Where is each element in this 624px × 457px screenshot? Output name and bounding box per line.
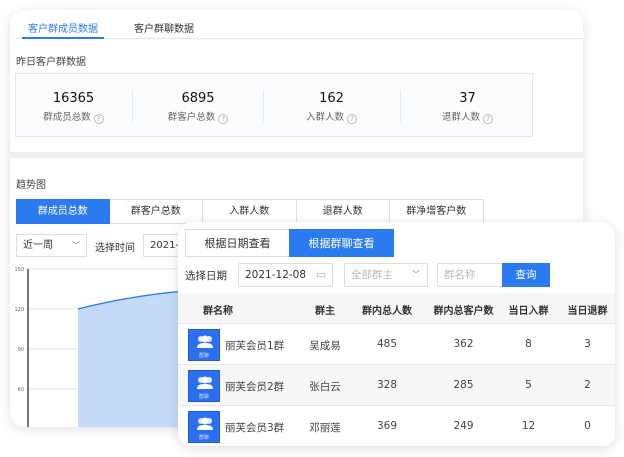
chevron-down-icon: ﹀ xyxy=(412,270,420,279)
metric-tab[interactable]: 群成员总数 xyxy=(16,199,110,224)
trend-title: 趋势图 xyxy=(16,180,46,191)
active-tab-underline xyxy=(22,37,104,39)
calendar-icon: ▭ xyxy=(316,269,326,281)
tab-by-date[interactable]: 根据日期查看 xyxy=(185,229,290,257)
query-button[interactable]: 查询 xyxy=(502,263,550,287)
group-name[interactable]: 丽芙会员2群 xyxy=(225,379,284,394)
table-row[interactable]: 群聊 丽芙会员1群 吴成易 485 362 8 3 xyxy=(178,324,615,365)
cell: 328 xyxy=(376,379,398,391)
cell: 369 xyxy=(376,420,398,432)
section-divider xyxy=(10,152,583,158)
cell: 362 xyxy=(453,338,474,350)
group-avatar: 群聊 xyxy=(188,411,220,443)
group-name[interactable]: 丽芙会员1群 xyxy=(225,338,284,353)
cell: 485 xyxy=(376,338,398,350)
tab-group-chat-data[interactable]: 客户群聊数据 xyxy=(134,20,194,35)
stat-customers: 6895 群客户总数? xyxy=(133,74,263,138)
y-tick-label: 120 xyxy=(14,307,24,313)
help-icon[interactable]: ? xyxy=(483,114,493,124)
metric-tab[interactable]: 入群人数 xyxy=(203,199,297,224)
cell: 5 xyxy=(525,379,532,391)
metric-tab[interactable]: 群净增客户数 xyxy=(390,199,484,224)
cell: 3 xyxy=(584,338,591,350)
group-users-icon xyxy=(197,376,213,389)
metric-tab[interactable]: 退群人数 xyxy=(296,199,390,224)
cell: 285 xyxy=(453,379,474,391)
yesterday-title: 昨日客户群数据 xyxy=(16,57,86,68)
group-name[interactable]: 丽芙会员3群 xyxy=(225,420,284,435)
data-tabs: 客户群成员数据 客户群聊数据 xyxy=(16,10,583,39)
date-input[interactable]: 2021-12-08 ▭ xyxy=(238,263,333,287)
owner-select[interactable]: 全部群主 ﹀ xyxy=(344,263,428,287)
group-users-icon xyxy=(197,417,213,430)
group-avatar: 群聊 xyxy=(188,329,220,361)
cell: 张白云 xyxy=(309,381,341,393)
cell: 249 xyxy=(453,420,474,432)
stat-left: 37 退群人数? xyxy=(401,74,534,138)
metric-tabs: 群成员总数 群客户总数 入群人数 退群人数 群净增客户数 xyxy=(16,199,484,224)
y-tick-label: 150 xyxy=(14,267,24,273)
stat-joined: 162 入群人数? xyxy=(264,74,399,138)
group-avatar: 群聊 xyxy=(188,370,220,402)
group-name-input[interactable]: 群名称 xyxy=(437,263,503,287)
period-select[interactable]: 近一周 ﹀ xyxy=(16,234,87,257)
area-fill xyxy=(78,291,178,427)
cell: 邓丽莲 xyxy=(309,422,341,434)
stat-members: 16365 群成员总数? xyxy=(16,74,131,138)
group-chat-panel: 根据日期查看 根据群聊查看 选择日期 2021-12-08 ▭ 全部群主 ﹀ 群名称… xyxy=(178,222,615,447)
cell: 8 xyxy=(525,338,532,350)
metric-tab[interactable]: 群客户总数 xyxy=(109,199,203,224)
stats-box: 16365 群成员总数? 6895 群客户总数? 162 入群人数? 37 退群人数? xyxy=(15,73,533,137)
time-label: 选择时间 xyxy=(95,243,135,254)
date-label: 选择日期 xyxy=(185,270,227,282)
help-icon[interactable]: ? xyxy=(218,114,229,124)
table-header: 群名称 群主 群内总人数 群内总客户数 当日入群 当日退群 xyxy=(178,293,615,324)
tab-member-data[interactable]: 客户群成员数据 xyxy=(28,20,98,35)
cell: 2 xyxy=(584,379,591,391)
table-row[interactable]: 群聊 丽芙会员2群 张白云 328 285 5 2 xyxy=(178,365,615,406)
group-users-icon xyxy=(197,335,213,348)
cell: 0 xyxy=(584,420,591,432)
help-icon[interactable]: ? xyxy=(93,114,104,124)
table-row[interactable]: 群聊 丽芙会员3群 邓丽莲 369 249 12 0 xyxy=(178,406,615,447)
tab-by-group[interactable]: 根据群聊查看 xyxy=(289,229,394,257)
cell: 12 xyxy=(521,420,536,432)
cell: 吴成易 xyxy=(309,340,341,352)
help-icon[interactable]: ? xyxy=(347,114,357,124)
y-tick-label: 90 xyxy=(18,347,24,353)
y-tick-label: 60 xyxy=(18,387,24,393)
chevron-down-icon: ﹀ xyxy=(72,241,80,250)
